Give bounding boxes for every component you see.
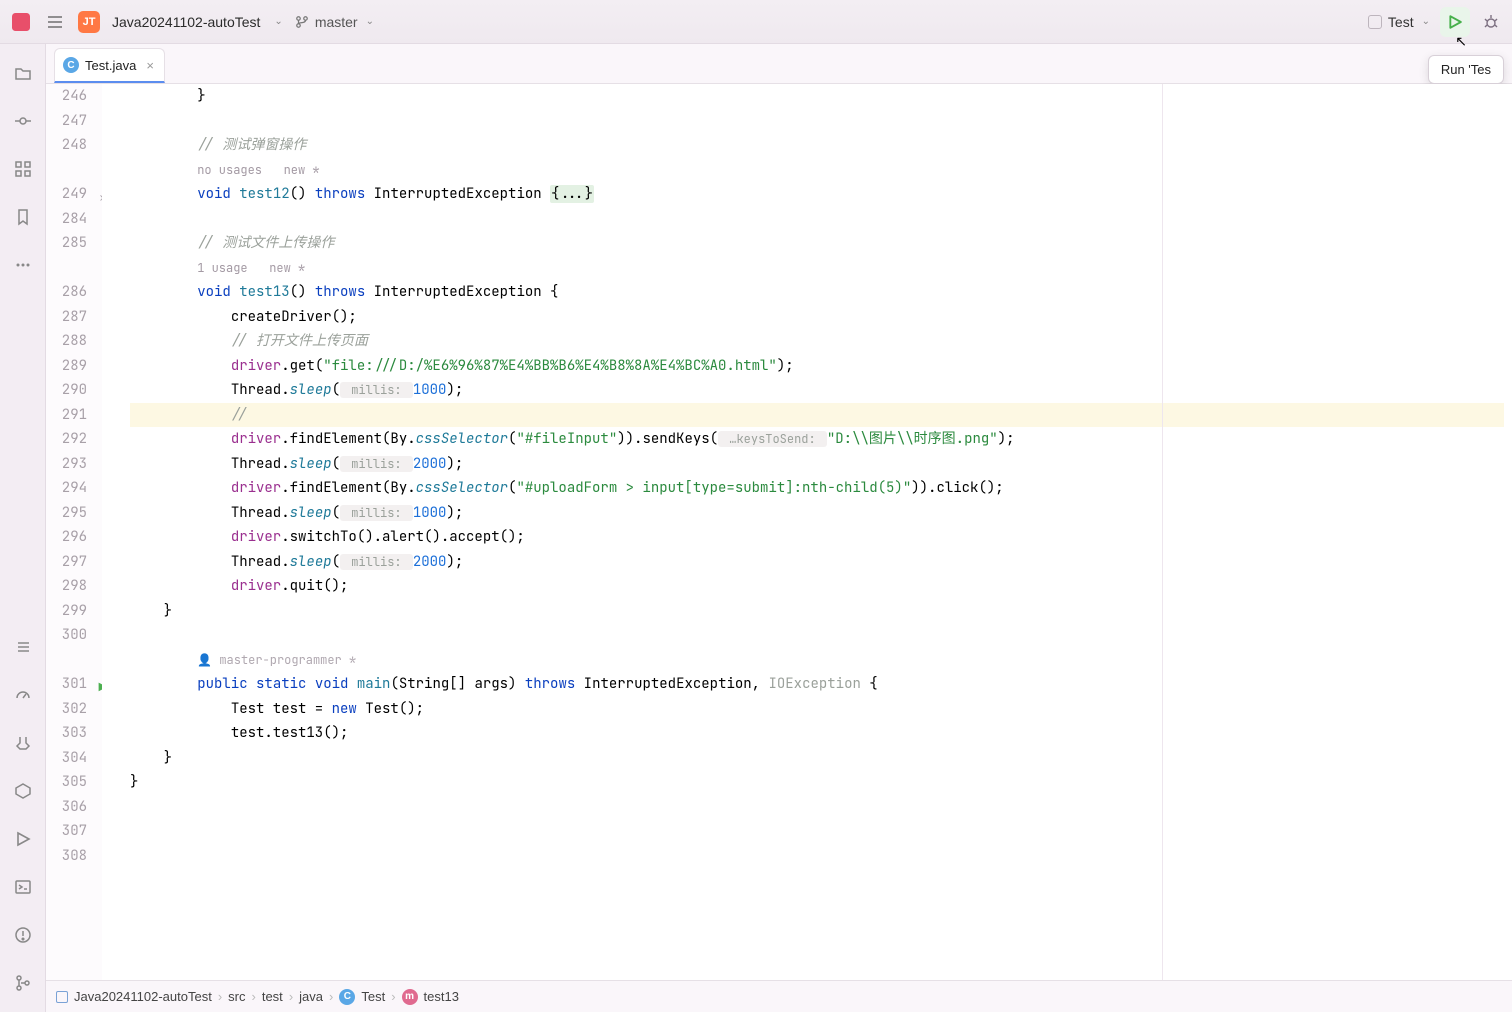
hamburger-icon[interactable] bbox=[44, 11, 66, 33]
vcs-branch[interactable]: master ⌄ bbox=[295, 14, 374, 30]
branch-label: master bbox=[315, 14, 358, 30]
left-tool-rail bbox=[0, 44, 46, 1012]
problems-tool-icon[interactable] bbox=[12, 924, 34, 946]
java-class-icon: C bbox=[63, 57, 79, 73]
code-editor[interactable]: 246 247 248 249› 284 285 286 287 288 289… bbox=[46, 84, 1512, 980]
bookmarks-tool-icon[interactable] bbox=[12, 206, 34, 228]
build-tool-icon[interactable] bbox=[12, 732, 34, 754]
topbar: JT Java20241102-autoTest ⌄ master ⌄ Test… bbox=[0, 0, 1512, 44]
services-tool-icon[interactable] bbox=[12, 780, 34, 802]
bc-class[interactable]: Test bbox=[361, 989, 385, 1004]
editor-tabs: C Test.java × bbox=[46, 44, 1512, 84]
run-tooltip: Run 'Tes bbox=[1428, 55, 1504, 84]
run-button[interactable] bbox=[1440, 7, 1470, 37]
project-badge: JT bbox=[78, 11, 100, 33]
gutter: 246 247 248 249› 284 285 286 287 288 289… bbox=[46, 84, 102, 980]
bc-java[interactable]: java bbox=[299, 989, 323, 1004]
project-tool-icon[interactable] bbox=[12, 62, 34, 84]
bc-test[interactable]: test bbox=[262, 989, 283, 1004]
method-icon: m bbox=[402, 989, 418, 1005]
app-icon bbox=[10, 11, 32, 33]
project-name[interactable]: Java20241102-autoTest bbox=[112, 14, 260, 30]
commit-tool-icon[interactable] bbox=[12, 110, 34, 132]
run-config-icon bbox=[1368, 15, 1382, 29]
profiler-tool-icon[interactable] bbox=[12, 684, 34, 706]
tab-test-java[interactable]: C Test.java × bbox=[54, 48, 165, 83]
run-config-selector[interactable]: Test ⌄ bbox=[1368, 14, 1430, 30]
folder-icon bbox=[56, 991, 68, 1003]
more-tool-icon[interactable] bbox=[12, 254, 34, 276]
vcs-tool-icon[interactable] bbox=[12, 972, 34, 994]
code-area[interactable]: } // 测试弹窗操作 no usages new * void test12(… bbox=[102, 84, 1512, 980]
close-icon[interactable]: × bbox=[146, 58, 154, 73]
run-tool-icon[interactable] bbox=[12, 828, 34, 850]
breadcrumb: Java20241102-autoTest › src › test › jav… bbox=[46, 980, 1512, 1012]
todo-tool-icon[interactable] bbox=[12, 636, 34, 658]
debug-icon[interactable] bbox=[1480, 11, 1502, 33]
terminal-tool-icon[interactable] bbox=[12, 876, 34, 898]
chevron-down-icon[interactable]: ⌄ bbox=[274, 16, 282, 27]
class-icon: C bbox=[339, 989, 355, 1005]
bc-src[interactable]: src bbox=[228, 989, 245, 1004]
tab-label: Test.java bbox=[85, 58, 136, 73]
bc-method[interactable]: test13 bbox=[424, 989, 459, 1004]
bc-project[interactable]: Java20241102-autoTest bbox=[74, 989, 212, 1004]
run-config-label: Test bbox=[1388, 14, 1414, 30]
structure-tool-icon[interactable] bbox=[12, 158, 34, 180]
